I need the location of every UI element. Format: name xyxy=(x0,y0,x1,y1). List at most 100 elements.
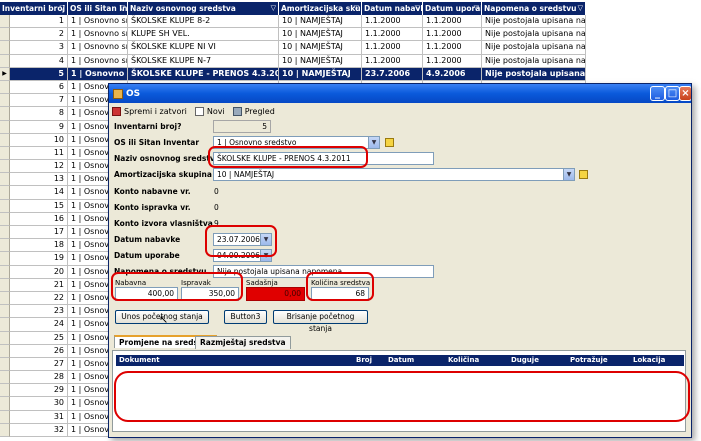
table-cell: 1 xyxy=(10,15,68,29)
row-indicator[interactable] xyxy=(0,186,10,200)
dialog-titlebar[interactable]: OS _ □ × xyxy=(109,84,691,103)
tab-razmjestaj[interactable]: Razmještaj sredstva xyxy=(195,336,291,349)
grid-col-header[interactable]: Datum nabavke▽ xyxy=(362,2,423,15)
row-indicator[interactable] xyxy=(0,239,10,253)
row-indicator[interactable] xyxy=(0,305,10,319)
sadasnja-label: Sadašnja xyxy=(246,279,278,287)
dupo-picker[interactable]: 04.09.2006 ▼ xyxy=(213,249,272,262)
nabavna-field[interactable]: 400,00 xyxy=(115,287,178,301)
table-cell: 1.1.2000 xyxy=(423,54,482,68)
filter-icon[interactable]: ▽ xyxy=(415,2,420,15)
row-indicator[interactable] xyxy=(0,291,10,306)
nap-field[interactable]: Nije postojala upisana napomena xyxy=(213,265,434,278)
row-indicator[interactable] xyxy=(0,212,10,226)
table-cell: ŠKOLSKE KLUPE 8-2 xyxy=(128,15,279,29)
add-amort-icon[interactable] xyxy=(579,170,588,179)
row-indicator[interactable] xyxy=(0,344,10,358)
grid-col-header[interactable]: Napomena o sredstvu ▽ xyxy=(482,2,586,15)
preview-label: Pregled xyxy=(244,107,275,116)
filter-icon[interactable]: ▽ xyxy=(60,2,65,15)
filter-icon[interactable]: ▽ xyxy=(474,2,479,15)
row-indicator[interactable] xyxy=(0,173,10,187)
row-indicator[interactable] xyxy=(0,278,10,292)
table-cell: 1 | Osnovno sredstvo xyxy=(68,28,128,42)
row-indicator[interactable] xyxy=(0,15,10,29)
filter-icon[interactable]: ▽ xyxy=(354,2,359,15)
row-indicator[interactable] xyxy=(0,28,10,42)
row-indicator[interactable] xyxy=(0,133,10,147)
row-indicator[interactable] xyxy=(0,318,10,332)
kolicina-field[interactable]: 68 xyxy=(311,287,369,301)
row-indicator[interactable] xyxy=(0,146,10,161)
grid-col-header[interactable]: Amortizacijska skupina▽ xyxy=(279,2,362,15)
save-close-button[interactable]: Spremi i zatvori xyxy=(112,107,187,116)
brisanje-button[interactable]: Brisanje početnog stanja xyxy=(273,310,368,333)
row-indicator[interactable] xyxy=(0,357,10,372)
chevron-down-icon[interactable]: ▼ xyxy=(260,250,271,261)
table-cell: ŠKOLSKE KLUPE - PRENOS 4.3.201 xyxy=(128,67,279,81)
konto-izv-value: 9 xyxy=(214,219,219,228)
button3-button[interactable]: Button3 xyxy=(224,310,267,324)
row-indicator[interactable] xyxy=(0,384,10,398)
minimize-icon[interactable]: _ xyxy=(650,86,665,101)
table-cell: 1.1.2000 xyxy=(423,15,482,29)
chevron-down-icon[interactable]: ▼ xyxy=(260,234,271,245)
grid-col-header[interactable]: Inventarni broj ▽ xyxy=(0,2,68,15)
os-select[interactable]: 1 | Osnovno sredstvo ▼ xyxy=(213,136,380,149)
filter-icon[interactable]: ▽ xyxy=(120,2,125,15)
table-cell: 32 xyxy=(10,423,68,437)
maximize-icon[interactable]: □ xyxy=(665,86,680,101)
row-indicator[interactable] xyxy=(0,107,10,121)
ispravak-field[interactable]: 350,00 xyxy=(181,287,239,301)
row-indicator[interactable] xyxy=(0,423,10,437)
col-lokacija: Lokacija xyxy=(633,356,666,364)
row-indicator[interactable] xyxy=(0,80,10,95)
col-broj: Broj xyxy=(356,356,372,364)
preview-button[interactable]: Pregled xyxy=(232,107,275,116)
row-indicator[interactable] xyxy=(0,160,10,174)
dupo-value: 04.09.2006 xyxy=(217,251,260,260)
table-cell: 30 xyxy=(10,397,68,411)
row-indicator[interactable] xyxy=(0,371,10,385)
row-indicator[interactable] xyxy=(0,54,10,68)
row-indicator[interactable] xyxy=(0,397,10,411)
row-indicator[interactable]: ▶ xyxy=(0,67,10,81)
row-indicator[interactable] xyxy=(0,410,10,424)
filter-icon[interactable]: ▽ xyxy=(271,2,276,15)
table-cell: 10 xyxy=(10,133,68,147)
new-button[interactable]: Novi xyxy=(194,107,225,116)
grid-col-header[interactable]: Naziv osnovnog sredstva ▽ xyxy=(128,2,279,15)
row-indicator[interactable] xyxy=(0,331,10,345)
close-icon[interactable]: × xyxy=(679,86,691,101)
row-indicator[interactable] xyxy=(0,199,10,213)
row-indicator[interactable] xyxy=(0,94,10,108)
table-cell: 4.9.2006 xyxy=(423,67,482,81)
table-row[interactable]: ▶51 | Osnovno sredstvoŠKOLSKE KLUPE - PR… xyxy=(0,67,586,81)
chevron-down-icon[interactable]: ▼ xyxy=(563,169,574,180)
row-indicator[interactable] xyxy=(0,252,10,266)
naziv-field[interactable]: ŠKOLSKE KLUPE - PRENOS 4.3.2011 xyxy=(213,152,434,165)
grid-col-header[interactable]: Datum uporabe▽ xyxy=(423,2,482,15)
table-cell: 23 xyxy=(10,305,68,319)
row-indicator[interactable] xyxy=(0,120,10,134)
row-indicator[interactable] xyxy=(0,226,10,240)
table-cell: 1.1.2000 xyxy=(362,15,423,29)
table-row[interactable]: 41 | Osnovno sredstvoŠKOLSKE KLUPE N-710… xyxy=(0,54,586,68)
table-cell: 10 | NAMJEŠTAJ xyxy=(279,54,362,68)
table-cell: 1 | Osnovno sredstvo xyxy=(68,54,128,68)
add-os-icon[interactable] xyxy=(385,138,394,147)
row-indicator[interactable] xyxy=(0,265,10,279)
table-cell: 10 | NAMJEŠTAJ xyxy=(279,67,362,81)
amort-select-value: 10 | NAMJEŠTAJ xyxy=(217,170,275,179)
table-cell: ŠKOLSKE KLUPE N-7 xyxy=(128,54,279,68)
chevron-down-icon[interactable]: ▼ xyxy=(368,137,379,148)
table-cell: 9 xyxy=(10,120,68,134)
grid-col-header[interactable]: OS ili Sitan Inventar▽ xyxy=(68,2,128,15)
row-indicator[interactable] xyxy=(0,41,10,55)
table-row[interactable]: 31 | Osnovno sredstvoŠKOLSKE KLUPE NI VI… xyxy=(0,41,586,55)
table-row[interactable]: 21 | Osnovno sredstvoKLUPE SH VEL.10 | N… xyxy=(0,28,586,42)
dnab-picker[interactable]: 23.07.2006 ▼ xyxy=(213,233,272,246)
amort-select[interactable]: 10 | NAMJEŠTAJ ▼ xyxy=(213,168,575,181)
table-row[interactable]: 11 | Osnovno sredstvoŠKOLSKE KLUPE 8-210… xyxy=(0,15,586,29)
filter-icon[interactable]: ▽ xyxy=(578,2,583,15)
